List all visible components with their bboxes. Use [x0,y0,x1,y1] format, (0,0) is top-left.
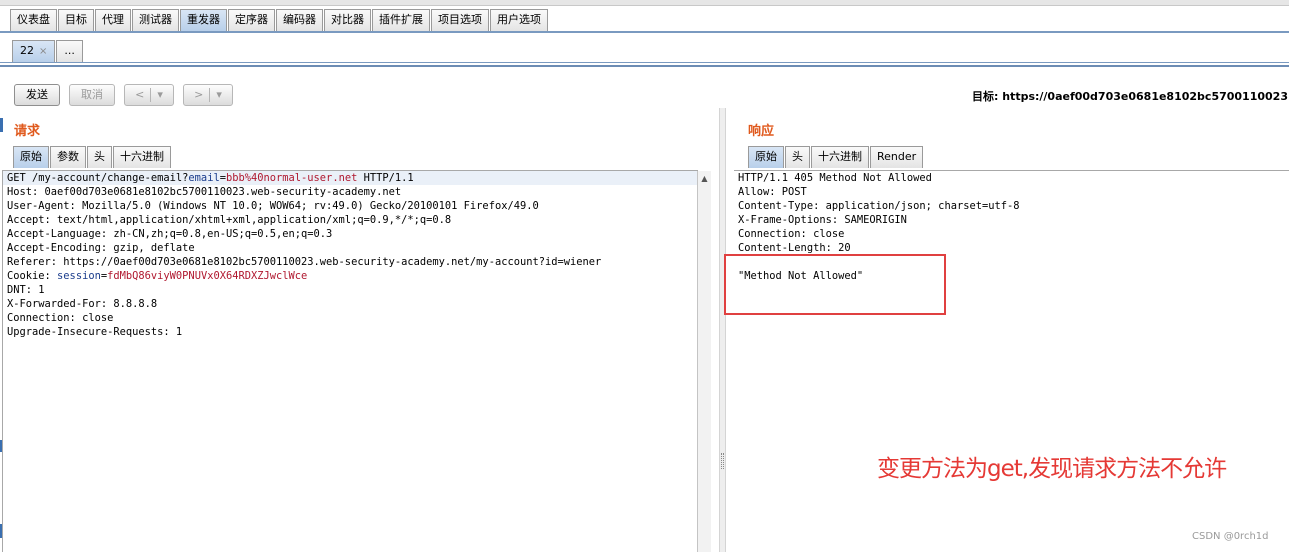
divider [150,88,152,102]
line-text: Accept-Encoding: gzip, deflate [7,242,195,254]
response-tab-render[interactable]: Render [870,146,924,168]
param-value: bbb%40normal-user.net [225,172,358,184]
watermark: CSDN @0rch1d [1192,531,1269,542]
param-value: fdMbQ86viyW0PNUVx0X64RDXZJwclWce [107,270,308,282]
response-line: X-Frame-Options: SAMEORIGIN [738,214,907,226]
response-tab-headers[interactable]: 头 [785,146,810,168]
request-line: Referer: https://0aef00d703e0681e8102bc5… [3,255,697,269]
main-tab-underline [0,31,1289,33]
repeater-tab-bar: 22 × ... [12,40,84,62]
tab-comparer[interactable]: 对比器 [324,9,371,31]
chevron-down-icon: ▾ [157,88,163,101]
request-scrollbar[interactable]: ▲ [697,171,711,552]
request-tab-params[interactable]: 参数 [50,146,86,168]
tab-intruder[interactable]: 测试器 [132,9,179,31]
highlight-box [724,254,946,315]
request-line: Upgrade-Insecure-Requests: 1 [3,325,697,339]
line-text: Connection: close [7,312,114,324]
param-name: email [188,172,220,184]
line-text: Referer: https://0aef00d703e0681e8102bc5… [7,256,602,268]
repeater-tab-new[interactable]: ... [56,40,83,62]
request-tab-hex[interactable]: 十六进制 [113,146,171,168]
response-tab-hex[interactable]: 十六进制 [811,146,869,168]
tab-project-options[interactable]: 项目选项 [431,9,489,31]
request-tab-headers[interactable]: 头 [87,146,112,168]
request-editor[interactable]: GET /my-account/change-email?email=bbb%4… [2,170,698,552]
line-text: DNT: 1 [7,284,45,296]
tab-target[interactable]: 目标 [58,9,94,31]
param-name: session [57,270,101,282]
history-back-button[interactable]: < ▾ [124,84,174,106]
tab-user-options[interactable]: 用户选项 [490,9,548,31]
left-edge-marker [0,118,3,132]
sub-tab-underline-2 [0,65,1289,67]
line-text: GET /my-account/change-email? [7,172,189,184]
history-forward-button[interactable]: > ▾ [183,84,233,106]
response-line: Content-Type: application/json; charset=… [738,200,1020,212]
response-line: HTTP/1.1 405 Method Not Allowed [738,172,932,184]
send-button[interactable]: 发送 [14,84,60,106]
request-tab-raw[interactable]: 原始 [13,146,49,168]
request-line: User-Agent: Mozilla/5.0 (Windows NT 10.0… [3,199,697,213]
cancel-button[interactable]: 取消 [69,84,115,106]
response-view-tabs: 原始 头 十六进制 Render [748,146,924,168]
line-text: User-Agent: Mozilla/5.0 (Windows NT 10.0… [7,200,539,212]
chevron-down-icon: ▾ [216,88,222,101]
request-line: Cookie: session=fdMbQ86viyW0PNUVx0X64RDX… [3,269,697,283]
request-title: 请求 [14,124,41,139]
line-text: Accept: text/html,application/xhtml+xml,… [7,214,452,226]
request-line: Host: 0aef00d703e0681e8102bc5700110023.w… [3,185,697,199]
repeater-tab-22[interactable]: 22 × [12,40,56,62]
repeater-tab-label: 22 [20,44,34,57]
close-icon[interactable]: × [39,46,47,57]
tab-repeater[interactable]: 重发器 [180,9,227,31]
line-text: HTTP/1.1 [357,172,414,184]
request-line: Accept-Language: zh-CN,zh;q=0.8,en-US;q=… [3,227,697,241]
response-line: Connection: close [738,228,845,240]
line-text: Accept-Language: zh-CN,zh;q=0.8,en-US;q=… [7,228,333,240]
tab-dashboard[interactable]: 仪表盘 [10,9,57,31]
request-line: X-Forwarded-For: 8.8.8.8 [3,297,697,311]
tab-extender[interactable]: 插件扩展 [372,9,430,31]
request-line: Accept: text/html,application/xhtml+xml,… [3,213,697,227]
sub-tab-underline [0,62,1289,63]
response-line: Allow: POST [738,186,807,198]
request-line: Accept-Encoding: gzip, deflate [3,241,697,255]
response-line: Content-Length: 20 [738,242,851,254]
response-tab-raw[interactable]: 原始 [748,146,784,168]
divider [209,88,211,102]
window-top-strip [0,0,1289,6]
tab-sequencer[interactable]: 定序器 [228,9,275,31]
tab-proxy[interactable]: 代理 [95,9,131,31]
tab-decoder[interactable]: 编码器 [276,9,323,31]
line-text: Cookie: [7,270,58,282]
annotation-text: 变更方法为get,发现请求方法不允许 [877,456,1227,482]
chevron-right-icon: > [194,88,204,101]
response-editor[interactable]: HTTP/1.1 405 Method Not Allowed Allow: PO… [734,170,1289,552]
line-text: X-Forwarded-For: 8.8.8.8 [7,298,158,310]
scroll-up-icon[interactable]: ▲ [698,171,711,183]
line-text: Host: 0aef00d703e0681e8102bc5700110023.w… [7,186,402,198]
splitter-grip-icon[interactable] [721,453,724,469]
pane-splitter[interactable] [719,108,726,552]
target-url[interactable]: 目标: https://0aef00d703e0681e8102bc570011… [972,88,1289,104]
request-line: GET /my-account/change-email?email=bbb%4… [3,171,697,185]
request-line: Connection: close [3,311,697,325]
response-title: 响应 [748,124,775,139]
main-tab-bar: 仪表盘 目标 代理 测试器 重发器 定序器 编码器 对比器 插件扩展 项目选项 … [10,9,549,31]
line-text: Upgrade-Insecure-Requests: 1 [7,326,183,338]
request-view-tabs: 原始 参数 头 十六进制 [13,146,172,168]
chevron-left-icon: < [135,88,145,101]
request-line: DNT: 1 [3,283,697,297]
